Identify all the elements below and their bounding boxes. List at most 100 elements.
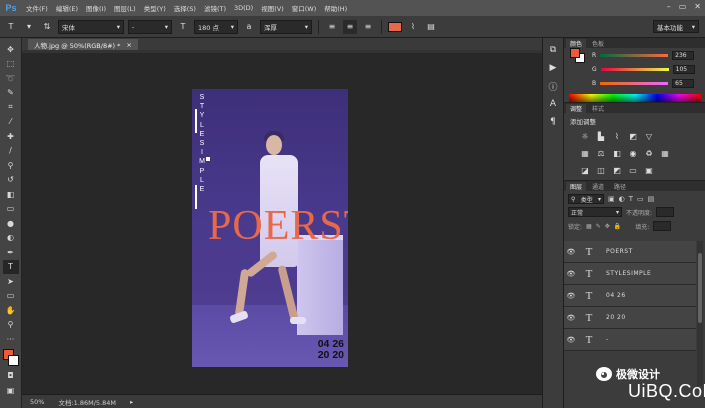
menu-filter[interactable]: 滤镜(T) bbox=[200, 3, 230, 13]
photo-filter-icon[interactable]: ◉ bbox=[628, 148, 638, 158]
opacity-input[interactable] bbox=[656, 207, 675, 217]
tab-styles[interactable]: 样式 bbox=[588, 104, 608, 113]
color-swatches[interactable] bbox=[2, 348, 20, 369]
maximize-icon[interactable]: ▭ bbox=[679, 2, 687, 11]
menu-3d[interactable]: 3D(D) bbox=[230, 4, 257, 12]
threshold-icon[interactable]: ◩ bbox=[612, 165, 622, 175]
hand-tool-icon[interactable]: ✋ bbox=[3, 303, 19, 318]
tab-color[interactable]: 颜色 bbox=[566, 39, 587, 48]
blue-slider[interactable] bbox=[600, 82, 669, 85]
scroll-thumb[interactable] bbox=[698, 253, 702, 323]
black-white-icon[interactable]: ◧ bbox=[612, 148, 622, 158]
blur-tool-icon[interactable]: ● bbox=[3, 216, 19, 231]
red-input[interactable]: 236 bbox=[672, 51, 695, 60]
align-right-icon[interactable]: ≡ bbox=[361, 20, 375, 34]
eyedropper-tool-icon[interactable]: ⁄ bbox=[3, 115, 19, 130]
curves-icon[interactable]: ⌇ bbox=[612, 131, 622, 141]
zoom-tool-icon[interactable]: ⚲ bbox=[3, 318, 19, 333]
poerst-title[interactable]: POERST bbox=[208, 205, 348, 247]
dodge-tool-icon[interactable]: ◐ bbox=[3, 231, 19, 246]
foreground-color[interactable] bbox=[570, 48, 580, 58]
chevron-down-icon[interactable]: ▾ bbox=[22, 20, 36, 34]
close-icon[interactable]: ✕ bbox=[694, 2, 701, 11]
eraser-tool-icon[interactable]: ◧ bbox=[3, 187, 19, 202]
pen-tool-icon[interactable]: ✒ bbox=[3, 245, 19, 260]
canvas-area[interactable]: S T Y L E S I M P L E POERST 04 26 20 20 bbox=[22, 53, 542, 393]
vibrance-icon[interactable]: ▽ bbox=[644, 131, 654, 141]
layer-row[interactable]: 👁 T STYLESIMPLE bbox=[564, 263, 696, 285]
history-brush-tool-icon[interactable]: ↺ bbox=[3, 173, 19, 188]
shape-tool-icon[interactable]: ▭ bbox=[3, 289, 19, 304]
red-slider[interactable] bbox=[600, 54, 669, 57]
status-menu-icon[interactable]: ▸ bbox=[130, 398, 133, 406]
filter-adjust-icon[interactable]: ◐ bbox=[619, 195, 625, 203]
menu-window[interactable]: 窗口(W) bbox=[288, 3, 321, 13]
channel-mixer-icon[interactable]: ♻ bbox=[644, 148, 654, 158]
text-color-swatch[interactable] bbox=[388, 21, 402, 32]
menu-type[interactable]: 类型(Y) bbox=[140, 3, 170, 13]
green-input[interactable]: 105 bbox=[672, 65, 695, 74]
menu-edit[interactable]: 编辑(E) bbox=[52, 3, 82, 13]
screen-mode-icon[interactable]: ▣ bbox=[3, 383, 19, 398]
align-center-icon[interactable]: ≡ bbox=[343, 19, 357, 34]
eye-icon[interactable]: 👁 bbox=[564, 292, 578, 300]
character-icon[interactable]: A bbox=[546, 98, 560, 110]
info-icon[interactable]: ⓘ bbox=[546, 80, 560, 93]
workspace-select[interactable]: 基本功能 ▾ bbox=[653, 20, 699, 33]
more-tools-icon[interactable]: ··· bbox=[3, 332, 19, 347]
align-left-icon[interactable]: ≡ bbox=[325, 20, 339, 34]
font-family-select[interactable]: 宋体 ▾ bbox=[58, 19, 124, 34]
filter-pixel-icon[interactable]: ▣ bbox=[608, 195, 615, 203]
color-spectrum[interactable] bbox=[569, 94, 701, 102]
quick-select-tool-icon[interactable]: ✎ bbox=[3, 86, 19, 101]
menu-file[interactable]: 文件(F) bbox=[22, 3, 52, 13]
lock-all-icon[interactable]: 🔒 bbox=[614, 223, 621, 230]
filter-smart-icon[interactable]: ▤ bbox=[648, 195, 655, 203]
menu-help[interactable]: 帮助(H) bbox=[320, 3, 351, 13]
menu-select[interactable]: 选择(S) bbox=[170, 3, 200, 13]
eye-icon[interactable]: 👁 bbox=[564, 248, 578, 256]
filter-shape-icon[interactable]: ▭ bbox=[637, 195, 644, 203]
eye-icon[interactable]: 👁 bbox=[564, 314, 578, 322]
crop-tool-icon[interactable]: ⌗ bbox=[3, 100, 19, 115]
gradient-map-icon[interactable]: ▭ bbox=[628, 165, 638, 175]
font-style-select[interactable]: - ▾ bbox=[128, 19, 172, 34]
warp-text-icon[interactable]: ⌇ bbox=[406, 20, 420, 34]
healing-brush-tool-icon[interactable]: ✚ bbox=[3, 129, 19, 144]
eye-icon[interactable]: 👁 bbox=[564, 270, 578, 278]
character-panel-icon[interactable]: ▤ bbox=[424, 20, 438, 34]
menu-layer[interactable]: 图层(L) bbox=[110, 3, 140, 13]
paragraph-icon[interactable]: ¶ bbox=[546, 116, 560, 128]
font-size-select[interactable]: 180 点 ▾ bbox=[194, 19, 238, 34]
posterize-icon[interactable]: ◫ bbox=[596, 165, 606, 175]
hue-icon[interactable]: ▦ bbox=[580, 148, 590, 158]
history-icon[interactable]: ⧉ bbox=[546, 44, 560, 56]
artwork[interactable]: S T Y L E S I M P L E POERST 04 26 20 20 bbox=[192, 89, 348, 367]
marquee-tool-icon[interactable]: ⬚ bbox=[3, 57, 19, 72]
lock-transparent-icon[interactable]: ▦ bbox=[586, 223, 592, 230]
tab-adjustments[interactable]: 调整 bbox=[566, 104, 587, 113]
exposure-icon[interactable]: ◩ bbox=[628, 131, 638, 141]
selective-color-icon[interactable]: ▣ bbox=[644, 165, 654, 175]
layer-row[interactable]: 👁 T 04 26 bbox=[564, 285, 696, 307]
quick-mask-icon[interactable]: ◘ bbox=[3, 369, 19, 384]
lock-move-icon[interactable]: ✥ bbox=[605, 223, 610, 230]
green-slider[interactable] bbox=[600, 68, 669, 71]
fill-input[interactable] bbox=[653, 221, 672, 231]
layers-scrollbar[interactable] bbox=[697, 241, 703, 386]
toggle-orientation-icon[interactable]: ⇅ bbox=[40, 20, 54, 34]
invert-icon[interactable]: ◪ bbox=[580, 165, 590, 175]
blend-mode-select[interactable]: 正常 ▾ bbox=[568, 207, 622, 217]
eye-icon[interactable]: 👁 bbox=[564, 336, 578, 344]
lasso-tool-icon[interactable]: ➰ bbox=[3, 71, 19, 86]
clone-stamp-tool-icon[interactable]: ⚲ bbox=[3, 158, 19, 173]
minimize-icon[interactable]: – bbox=[667, 2, 671, 11]
brush-tool-icon[interactable]: / bbox=[3, 144, 19, 159]
close-tab-icon[interactable]: × bbox=[126, 41, 131, 49]
brightness-icon[interactable]: ☼ bbox=[580, 131, 590, 141]
color-balance-icon[interactable]: ⚖ bbox=[596, 148, 606, 158]
menu-view[interactable]: 视图(V) bbox=[257, 3, 288, 13]
blue-input[interactable]: 65 bbox=[672, 79, 695, 88]
document-tab[interactable]: 人物.jpg @ 50%(RGB/8#) * × bbox=[28, 39, 138, 50]
tab-paths[interactable]: 路径 bbox=[610, 182, 630, 191]
